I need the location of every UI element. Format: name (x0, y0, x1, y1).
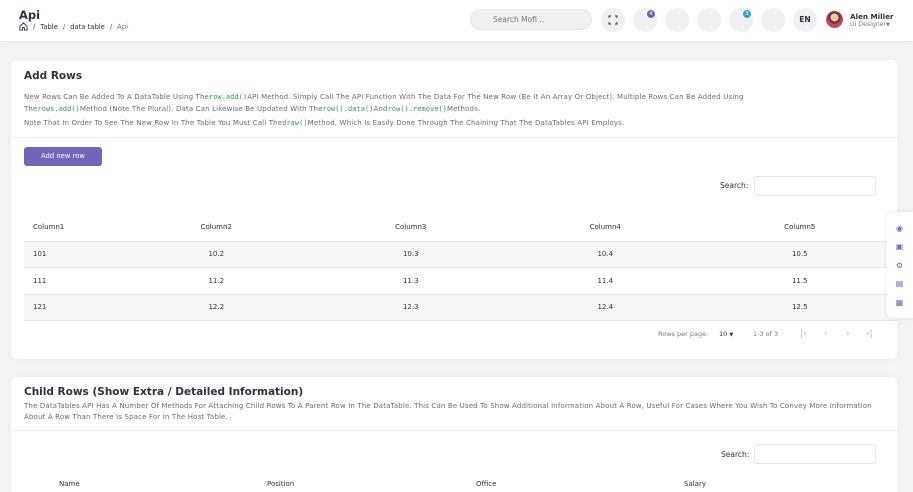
message-count-badge: 3 (743, 10, 751, 18)
breadcrumb-separator: / (109, 22, 113, 31)
table-cell: 12.2 (118, 294, 314, 321)
last-page-icon[interactable]: ›| (866, 329, 873, 339)
chevron-down-icon: ▼ (729, 332, 734, 338)
column-header[interactable]: Column4 (507, 213, 703, 242)
chevron-down-icon: ▼ (886, 22, 890, 28)
next-page-icon[interactable]: › (846, 329, 850, 339)
pagination-range: 1-3 of 3 (753, 330, 779, 338)
header-action-button[interactable] (665, 8, 689, 32)
notification-button[interactable]: 4 (633, 8, 657, 32)
card-description: The DataTables API Has A Number Of Metho… (24, 402, 872, 421)
search-label: Search: (720, 181, 749, 190)
code-snippet: rows.add() (37, 105, 80, 113)
add-rows-card: Add Rows New Rows Can Be Added To A Data… (11, 60, 897, 359)
table-search-input[interactable] (754, 176, 876, 196)
table-cell: 11.4 (507, 267, 703, 295)
search-label: Search: (721, 450, 750, 459)
table-cell: 10.4 (507, 241, 703, 268)
language-selector[interactable]: EN (793, 8, 817, 32)
customizer-panel: ◉ ▣ ⚙ ▤ ▦ (887, 212, 913, 318)
document-icon[interactable]: ▤ (895, 279, 904, 288)
table-cell: 10.5 (702, 241, 897, 268)
divider (11, 430, 897, 431)
column-header[interactable]: Position (267, 478, 476, 490)
table-cell: 12.5 (702, 294, 897, 321)
table-cell: 101 (24, 241, 119, 268)
rows-per-page-label: Rows per page: (658, 330, 709, 338)
fullscreen-button[interactable] (601, 8, 625, 32)
column-header[interactable]: Column5 (702, 213, 897, 242)
table-cell: 111 (24, 267, 119, 295)
child-rows-card: Child Rows (Show Extra / Detailed Inform… (11, 377, 897, 492)
table-header-row: Name Position Office Salary (59, 478, 859, 490)
column-header[interactable]: Column3 (313, 213, 508, 242)
layout-icon[interactable]: ▣ (895, 242, 904, 251)
breadcrumb-separator: / (33, 22, 36, 31)
card-description: New Rows Can Be Added To A DataTable Usi… (24, 93, 744, 127)
palette-icon[interactable]: ◉ (895, 224, 904, 233)
user-role[interactable]: UI Designer▼ (850, 21, 890, 28)
first-page-icon[interactable]: |‹ (800, 329, 807, 339)
page-title: Api (19, 8, 41, 22)
breadcrumb-item-data-table[interactable]: data table (70, 23, 105, 31)
user-name[interactable]: Alen Miller (850, 12, 893, 21)
prev-page-icon[interactable]: ‹ (824, 329, 828, 339)
code-snippet: row().remove() (387, 105, 447, 113)
column-header[interactable]: Office (476, 478, 684, 490)
table-cell: 11.3 (313, 267, 508, 295)
code-snippet: draw() (282, 119, 308, 127)
breadcrumb-item-current: Api (117, 22, 129, 31)
card-title: Child Rows (Show Extra / Detailed Inform… (24, 386, 304, 398)
avatar[interactable] (826, 11, 843, 28)
rows-per-page-select[interactable]: 10 ▼ (719, 330, 733, 338)
fullscreen-icon (608, 15, 618, 25)
top-header: Api / Table / data table / Api 4 3 EN Al… (0, 0, 913, 41)
table-header-row: Column1 Column2 Column3 Column4 Column5 (24, 213, 897, 242)
column-header[interactable]: Column1 (24, 213, 119, 242)
table-row[interactable]: 101 10.2 10.3 10.4 10.5 (24, 241, 897, 268)
code-snippet: row.add() (209, 93, 248, 101)
breadcrumb-separator: / (62, 22, 66, 31)
column-header[interactable]: Column2 (118, 213, 314, 242)
code-snippet: row().data() (322, 105, 374, 113)
table-row[interactable]: 121 12.2 12.3 12.4 12.5 (24, 294, 897, 321)
header-action-button[interactable] (697, 8, 721, 32)
table-cell: 10.2 (118, 241, 314, 268)
column-header[interactable]: Name (59, 478, 267, 490)
notification-count-badge: 4 (647, 10, 655, 18)
column-header[interactable]: Salary (684, 478, 859, 490)
data-table: Column1 Column2 Column3 Column4 Column5 … (24, 213, 897, 321)
breadcrumb-item-table[interactable]: Table (40, 23, 58, 31)
home-icon[interactable] (19, 22, 28, 31)
cart-icon[interactable]: ▦ (895, 298, 904, 307)
table-cell: 10.3 (313, 241, 508, 268)
card-title: Add Rows (24, 70, 83, 82)
table-cell: 12.4 (507, 294, 703, 321)
divider (11, 137, 897, 138)
child-rows-table: Name Position Office Salary (59, 478, 859, 490)
add-new-row-button[interactable]: Add new row (24, 147, 102, 166)
table-cell: 121 (24, 294, 119, 321)
gear-icon[interactable]: ⚙ (895, 261, 904, 270)
header-search-input[interactable] (470, 9, 592, 30)
table-cell: 11.2 (118, 267, 314, 295)
table-row[interactable]: 111 11.2 11.3 11.4 11.5 (24, 267, 897, 295)
table-cell: 11.5 (702, 267, 897, 295)
child-table-search-input[interactable] (754, 444, 876, 464)
header-action-button[interactable] (761, 8, 785, 32)
table-cell: 12.3 (313, 294, 508, 321)
messages-button[interactable]: 3 (729, 8, 753, 32)
breadcrumb: / Table / data table / Api (19, 22, 128, 31)
